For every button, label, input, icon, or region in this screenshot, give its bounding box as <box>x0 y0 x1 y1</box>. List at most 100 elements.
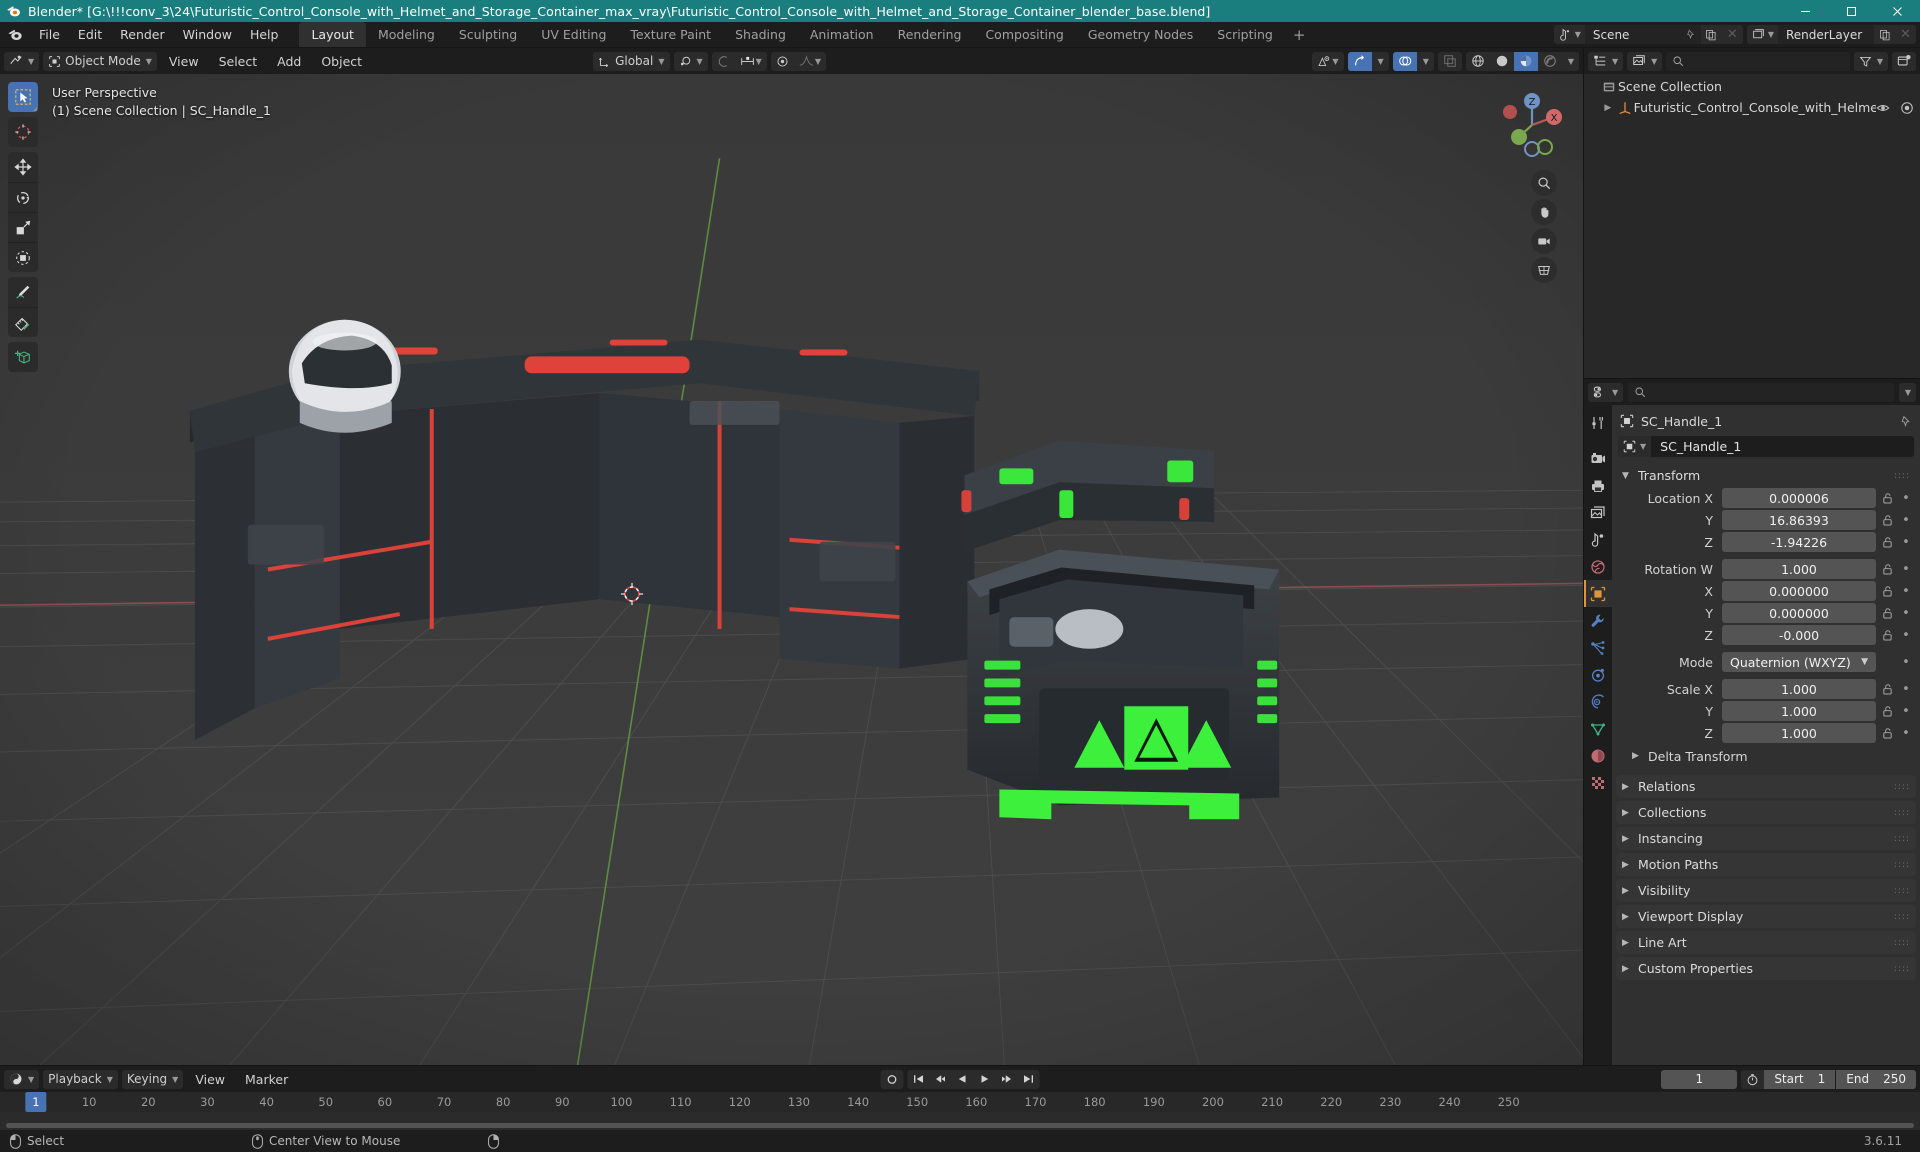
field-scale-x[interactable]: 1.000 <box>1722 679 1876 699</box>
tab-tool[interactable] <box>1584 409 1612 436</box>
auto-keying-toggle[interactable] <box>880 1069 904 1089</box>
panel-collections[interactable]: ▶ Collections :::: <box>1616 801 1916 824</box>
field-rotation-x[interactable]: 0.000000 <box>1722 581 1876 601</box>
scene-name[interactable]: Scene <box>1584 25 1681 44</box>
workspace-tab-scripting[interactable]: Scripting <box>1205 22 1285 47</box>
current-frame-field[interactable]: 1 <box>1661 1069 1738 1089</box>
animate-location-y-icon[interactable]: • <box>1898 513 1914 528</box>
menu-file[interactable]: File <box>30 22 69 47</box>
timeline-horizontal-scrollbar[interactable] <box>6 1123 1914 1128</box>
lock-scale-x-icon[interactable] <box>1876 683 1898 696</box>
toggle-ortho-persp-icon[interactable] <box>1531 257 1557 283</box>
animate-location-x-icon[interactable]: • <box>1898 491 1914 506</box>
tab-particles[interactable] <box>1584 634 1612 661</box>
workspace-tab-shading[interactable]: Shading <box>723 22 798 47</box>
lock-rotation-w-icon[interactable] <box>1876 563 1898 576</box>
gizmo-options-chevron[interactable]: ▼ <box>1372 52 1389 71</box>
animate-rotation-mode-icon[interactable]: • <box>1898 655 1914 670</box>
panel-motion-paths[interactable]: ▶ Motion Paths :::: <box>1616 853 1916 876</box>
animate-location-z-icon[interactable]: • <box>1898 535 1914 550</box>
workspace-tab-sculpting[interactable]: Sculpting <box>447 22 529 47</box>
animate-scale-y-icon[interactable]: • <box>1898 704 1914 719</box>
proportional-edit-toggle[interactable] <box>712 52 735 71</box>
tab-output[interactable] <box>1584 472 1612 499</box>
tab-texture[interactable] <box>1584 769 1612 796</box>
field-location-z[interactable]: -1.94226 <box>1722 532 1876 552</box>
lock-location-z-icon[interactable] <box>1876 536 1898 549</box>
end-frame-field[interactable]: End 250 <box>1836 1069 1916 1089</box>
animate-rotation-y-icon[interactable]: • <box>1898 606 1914 621</box>
outliner-display-mode[interactable]: ▼ <box>1627 51 1663 71</box>
field-location-y[interactable]: 16.86393 <box>1722 510 1876 530</box>
show-gizmo-toggle[interactable] <box>1347 51 1372 71</box>
panel-visibility[interactable]: ▶ Visibility :::: <box>1616 879 1916 902</box>
field-rotation-y[interactable]: 0.000000 <box>1722 603 1876 623</box>
properties-editor-type[interactable]: ▼ <box>1588 382 1624 402</box>
pivot-point-selector[interactable]: ▼ <box>673 51 708 71</box>
viewport-menu-object[interactable]: Object <box>313 52 370 71</box>
tool-scale[interactable] <box>8 212 38 242</box>
animate-rotation-w-icon[interactable]: • <box>1898 562 1914 577</box>
panel-custom-properties[interactable]: ▶ Custom Properties :::: <box>1616 957 1916 980</box>
viewport-menu-select[interactable]: Select <box>211 52 266 71</box>
workspace-tab-rendering[interactable]: Rendering <box>886 22 974 47</box>
lock-scale-z-icon[interactable] <box>1876 727 1898 740</box>
shading-wireframe[interactable] <box>1466 52 1490 71</box>
jump-to-start-button[interactable] <box>908 1070 930 1089</box>
menu-render[interactable]: Render <box>111 22 174 47</box>
play-reverse-button[interactable] <box>952 1070 974 1089</box>
workspace-tab-compositing[interactable]: Compositing <box>973 22 1075 47</box>
timeline-marker-menu[interactable]: Marker <box>237 1070 296 1089</box>
field-scale-z[interactable]: 1.000 <box>1722 723 1876 743</box>
add-workspace-button[interactable]: + <box>1285 22 1314 47</box>
menu-window[interactable]: Window <box>174 22 241 47</box>
hide-in-viewport-icon[interactable] <box>1876 101 1890 115</box>
disable-in-renders-icon[interactable] <box>1900 101 1914 115</box>
toggle-xray[interactable] <box>1438 52 1462 71</box>
lock-rotation-y-icon[interactable] <box>1876 607 1898 620</box>
field-rotation-w[interactable]: 1.000 <box>1722 559 1876 579</box>
tab-world[interactable] <box>1584 553 1612 580</box>
start-frame-field[interactable]: Start 1 <box>1764 1069 1836 1089</box>
interaction-mode-selector[interactable]: Object Mode ▼ <box>43 51 157 71</box>
panel-viewport-display[interactable]: ▶ Viewport Display :::: <box>1616 905 1916 928</box>
workspace-tab-texture-paint[interactable]: Texture Paint <box>618 22 723 47</box>
object-id-block[interactable]: ▼ SC_Handle_1 <box>1618 436 1914 457</box>
camera-view-icon[interactable] <box>1531 228 1557 254</box>
tab-material[interactable] <box>1584 742 1612 769</box>
navigation-gizmo[interactable]: Z X <box>1495 88 1569 162</box>
tool-cursor[interactable] <box>8 117 38 147</box>
outliner-search-input[interactable] <box>1666 51 1850 71</box>
timeline-playhead[interactable]: 1 <box>25 1092 47 1112</box>
lock-location-x-icon[interactable] <box>1876 492 1898 505</box>
menu-edit[interactable]: Edit <box>69 22 111 47</box>
shading-options-chevron[interactable]: ▼ <box>1562 52 1579 71</box>
lock-rotation-z-icon[interactable] <box>1876 629 1898 642</box>
overlay-options-chevron[interactable]: ▼ <box>1417 52 1434 71</box>
field-scale-y[interactable]: 1.000 <box>1722 701 1876 721</box>
timeline-track-area[interactable] <box>0 1112 1920 1130</box>
animate-scale-x-icon[interactable]: • <box>1898 682 1914 697</box>
tab-physics[interactable] <box>1584 661 1612 688</box>
workspace-tab-uv-editing[interactable]: UV Editing <box>529 22 618 47</box>
timeline-keying-menu[interactable]: Keying ▼ <box>121 1069 184 1089</box>
tab-scene[interactable] <box>1584 526 1612 553</box>
jump-to-end-button[interactable] <box>1018 1070 1040 1089</box>
next-keyframe-button[interactable] <box>996 1070 1018 1089</box>
workspace-tab-geometry-nodes[interactable]: Geometry Nodes <box>1076 22 1205 47</box>
use-preview-range-icon[interactable] <box>1741 1069 1765 1089</box>
outliner-row-scene-collection[interactable]: Scene Collection <box>1584 76 1920 97</box>
animate-scale-z-icon[interactable]: • <box>1898 726 1914 741</box>
tab-object[interactable] <box>1584 580 1612 607</box>
pin-id-icon[interactable] <box>1899 415 1912 428</box>
new-viewlayer-button[interactable] <box>1874 25 1895 44</box>
workspace-tab-modeling[interactable]: Modeling <box>366 22 447 47</box>
subpanel-delta-transform[interactable]: ▶ Delta Transform <box>1618 745 1914 767</box>
lock-rotation-x-icon[interactable] <box>1876 585 1898 598</box>
viewlayer-name[interactable]: RenderLayer <box>1778 25 1874 44</box>
menu-help[interactable]: Help <box>241 22 288 47</box>
app-menu-icon[interactable] <box>0 22 30 47</box>
object-name-field[interactable]: SC_Handle_1 <box>1651 436 1914 457</box>
panel-relations[interactable]: ▶ Relations :::: <box>1616 775 1916 798</box>
proportional-editing-toggle[interactable] <box>771 52 794 71</box>
